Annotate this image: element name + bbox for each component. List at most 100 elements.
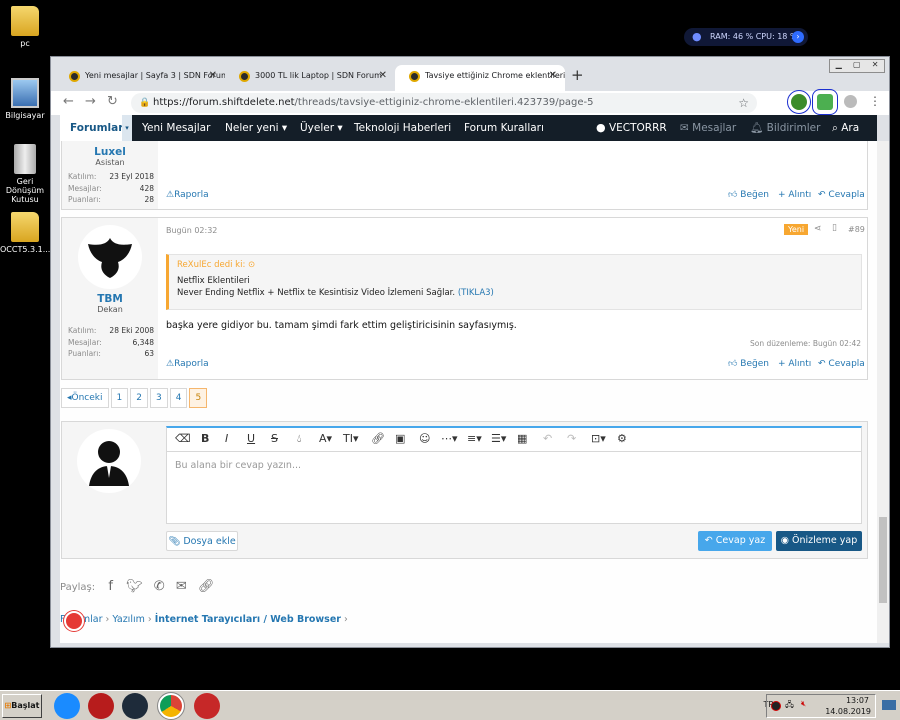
- user-avatar-silhouette[interactable]: [76, 428, 142, 494]
- page-link[interactable]: 2: [130, 388, 148, 408]
- nav-forums[interactable]: Forumlar ▾: [60, 115, 132, 141]
- desktop-icon-recycle-bin[interactable]: Geri Dönüşüm Kutusu: [0, 144, 50, 204]
- page-link[interactable]: 3: [149, 388, 168, 408]
- forward-button[interactable]: →: [85, 94, 96, 109]
- url-field[interactable]: 🔒 https://forum.shiftdelete.net/threads/t…: [131, 93, 757, 113]
- chevron-down-icon[interactable]: ▾: [122, 115, 132, 141]
- start-button[interactable]: ⊞Başlat: [2, 694, 42, 718]
- ccleaner-icon[interactable]: [54, 693, 80, 719]
- show-desktop-icon[interactable]: [882, 700, 896, 710]
- color-drop-icon[interactable]: 💧︎: [297, 432, 301, 446]
- page-link-current[interactable]: 5: [189, 388, 208, 408]
- italic-icon[interactable]: I: [225, 432, 228, 445]
- settings-icon[interactable]: ⚙: [617, 432, 627, 445]
- table-icon[interactable]: ▦: [517, 432, 527, 445]
- page-link[interactable]: 4: [169, 388, 188, 408]
- tray-app-icon[interactable]: [771, 701, 781, 711]
- attach-file-button[interactable]: 📎︎ Dosya ekle: [166, 531, 238, 551]
- username[interactable]: TBM: [62, 293, 158, 305]
- email-icon[interactable]: ✉: [176, 579, 187, 594]
- network-icon[interactable]: 🖧︎: [785, 699, 794, 713]
- quote-author[interactable]: ReXulEc dedi ki: ⊙: [169, 255, 861, 275]
- submit-reply-button[interactable]: ↶ Cevap yaz: [698, 531, 772, 551]
- undo-icon[interactable]: ↶: [543, 432, 552, 445]
- arrow-right-icon[interactable]: ›: [792, 31, 804, 43]
- close-icon[interactable]: ✕: [209, 65, 217, 87]
- post-number[interactable]: #89: [848, 225, 865, 234]
- close-window-button[interactable]: ✕: [872, 60, 879, 72]
- smiley-icon[interactable]: ☺: [419, 432, 430, 445]
- bookmark-star-icon[interactable]: ☆: [738, 93, 749, 113]
- reply-link[interactable]: ↶ Cevapla: [818, 190, 865, 200]
- list-icon[interactable]: ☰▾: [491, 432, 506, 445]
- redo-icon[interactable]: ↷: [567, 432, 576, 445]
- close-icon[interactable]: ✕: [379, 65, 387, 87]
- new-tab-button[interactable]: +: [571, 66, 584, 84]
- scrollbar[interactable]: [877, 141, 889, 643]
- preview-button[interactable]: ◉ Önizleme yap: [776, 531, 862, 551]
- reload-button[interactable]: ↻: [107, 94, 118, 109]
- image-icon[interactable]: ▣: [395, 432, 405, 445]
- tab-laptop[interactable]: 3000 TL lik Laptop | SDN Forum ✕: [225, 65, 395, 91]
- bookmark-icon[interactable]: ▯: [832, 223, 837, 233]
- bold-icon[interactable]: B: [201, 432, 209, 445]
- notification-bell-icon[interactable]: [64, 611, 84, 631]
- font-icon[interactable]: A▾: [319, 432, 332, 445]
- profile-avatar-icon[interactable]: [844, 95, 857, 108]
- username[interactable]: Luxel: [62, 146, 158, 158]
- underline-icon[interactable]: U: [247, 432, 255, 445]
- user-avatar-eagle[interactable]: [77, 224, 143, 290]
- tab-new-posts[interactable]: Yeni mesajlar | Sayfa 3 | SDN Forum ✕: [55, 65, 225, 91]
- breadcrumb-item[interactable]: İnternet Tarayıcıları / Web Browser: [155, 614, 341, 625]
- desktop-icon-computer[interactable]: Bilgisayar: [0, 78, 50, 120]
- reply-textarea[interactable]: Bu alana bir cevap yazın...: [166, 452, 862, 524]
- strikethrough-icon[interactable]: S: [271, 432, 278, 445]
- tab-chrome-extensions[interactable]: Tavsiye ettiğiniz Chrome eklentileri | ✕: [395, 65, 565, 91]
- text-size-icon[interactable]: TI▾: [343, 432, 359, 445]
- quote-link[interactable]: (TIKLA3): [458, 288, 494, 298]
- nav-user[interactable]: ● VECTORRR: [596, 115, 667, 141]
- insert-icon[interactable]: ⊡▾: [591, 432, 606, 445]
- back-button[interactable]: ←: [63, 94, 74, 109]
- desktop-icon-occt[interactable]: OCCT5.3.1...: [0, 212, 50, 254]
- reply-link[interactable]: ↶ Cevapla: [818, 359, 865, 369]
- volume-muted-icon[interactable]: 🔇︎: [801, 699, 806, 709]
- like-link[interactable]: 👍︎ Beğen: [728, 190, 769, 200]
- nav-tech-news[interactable]: Teknoloji Haberleri: [354, 115, 451, 141]
- close-icon[interactable]: ✕: [549, 65, 557, 87]
- extension-icon[interactable]: [787, 90, 811, 114]
- align-icon[interactable]: ≡▾: [467, 432, 482, 445]
- nav-search[interactable]: ⌕ Ara: [832, 115, 859, 141]
- nav-new-posts[interactable]: Yeni Mesajlar: [142, 115, 210, 141]
- breadcrumb-item[interactable]: Yazılım: [112, 614, 144, 625]
- facebook-icon[interactable]: f: [108, 579, 113, 594]
- quote-link[interactable]: + Alıntı: [778, 190, 811, 200]
- app-icon[interactable]: [194, 693, 220, 719]
- whatsapp-icon[interactable]: ✆: [154, 579, 165, 594]
- chrome-icon[interactable]: [157, 692, 185, 720]
- prev-page-button[interactable]: ◂Önceki: [61, 388, 109, 408]
- scrollbar-thumb[interactable]: [879, 517, 887, 603]
- like-link[interactable]: 👍︎ Beğen: [728, 359, 769, 369]
- minimize-button[interactable]: ▁: [836, 60, 842, 72]
- maximize-button[interactable]: ▢: [853, 60, 861, 72]
- desktop-icon-pc[interactable]: pc: [0, 6, 50, 48]
- more-icon[interactable]: ⋯▾: [441, 432, 458, 445]
- share-icon[interactable]: ⋖: [814, 224, 822, 234]
- nav-whats-new[interactable]: Neler yeni ▾: [225, 115, 287, 141]
- clock-time[interactable]: 13:07: [846, 696, 869, 705]
- link-icon[interactable]: 🔗︎: [198, 579, 215, 594]
- eraser-icon[interactable]: ⌫: [175, 432, 191, 445]
- link-icon[interactable]: 🔗︎: [371, 432, 385, 445]
- app-icon[interactable]: [122, 693, 148, 719]
- report-link[interactable]: ⚠Raporla: [166, 359, 209, 369]
- nav-alerts[interactable]: 🔔︎ Bildirimler: [750, 115, 820, 141]
- report-link[interactable]: ⚠Raporla: [166, 190, 209, 200]
- nav-messages[interactable]: ✉ Mesajlar: [680, 115, 736, 141]
- page-link[interactable]: 1: [110, 388, 129, 408]
- extension-icon[interactable]: [812, 89, 838, 115]
- menu-dots-icon[interactable]: ⋮: [869, 94, 881, 108]
- twitter-icon[interactable]: 🐦︎: [126, 579, 143, 594]
- quote-link[interactable]: + Alıntı: [778, 359, 811, 369]
- nav-members[interactable]: Üyeler ▾: [300, 115, 343, 141]
